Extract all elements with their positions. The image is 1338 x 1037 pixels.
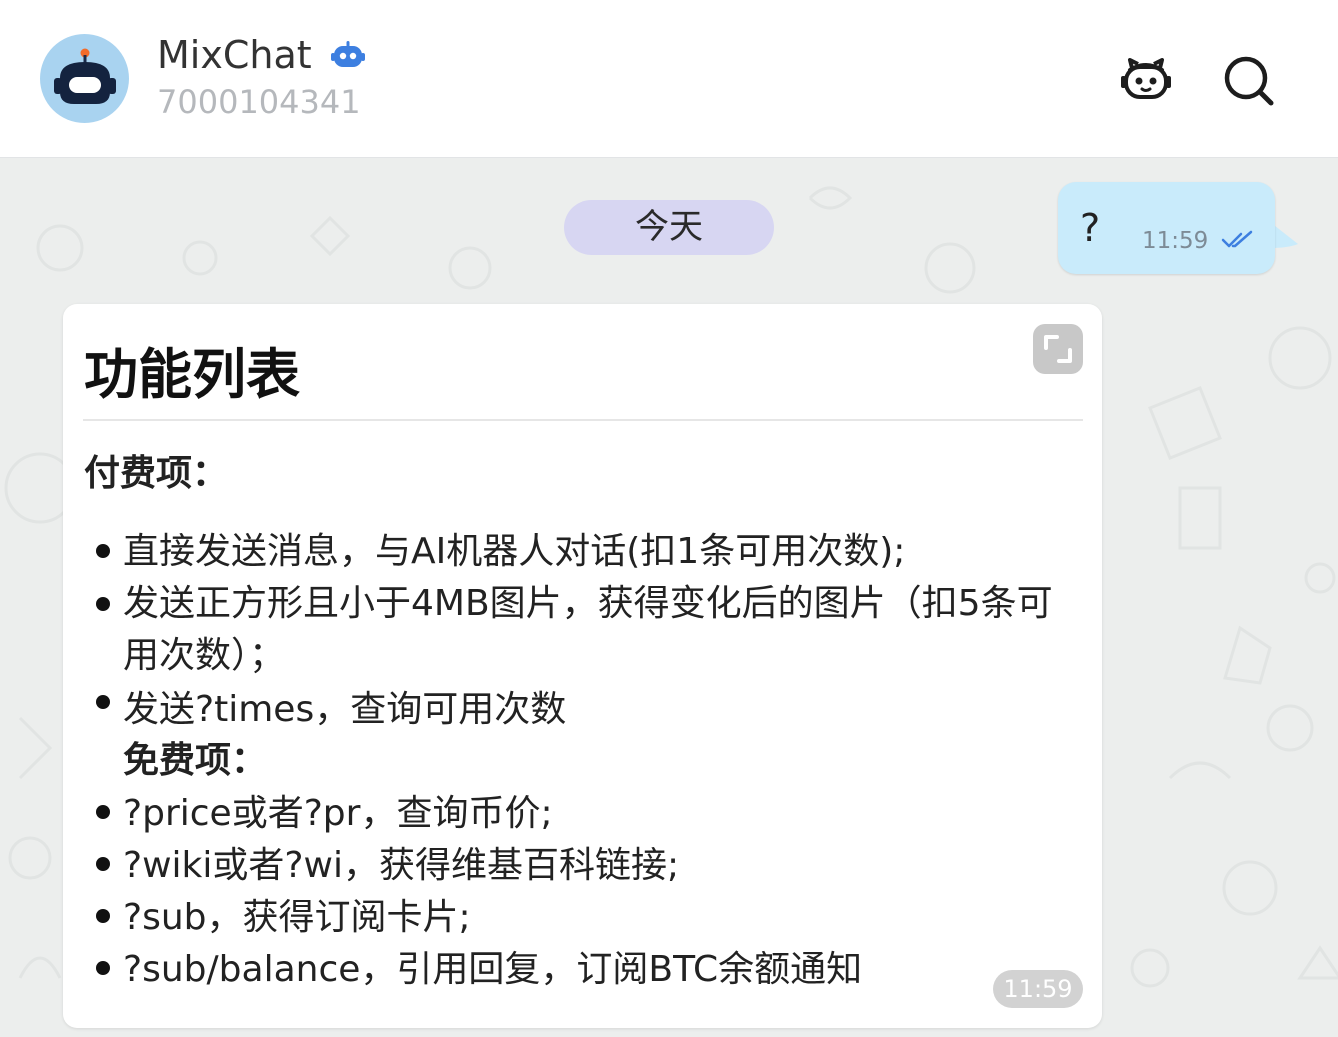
bot-badge-icon xyxy=(330,41,365,69)
list-item: 发送?times，查询可用次数 xyxy=(123,689,567,730)
bullet xyxy=(96,805,110,819)
chat-title: MixChat xyxy=(157,30,365,80)
list-item: ?wiki或者?wi，获得维基百科链接; xyxy=(123,845,680,886)
expand-button[interactable] xyxy=(1033,324,1083,374)
bullet xyxy=(96,544,110,558)
chat-header: MixChat 7000104341 xyxy=(0,0,1338,158)
chat-id: 7000104341 xyxy=(157,83,361,121)
double-check-icon xyxy=(1221,230,1253,248)
bullet xyxy=(96,909,110,923)
bullet xyxy=(96,961,110,975)
paid-heading: 付费项： xyxy=(84,453,229,494)
chat-name: MixChat xyxy=(157,33,312,77)
list-item: ?price或者?pr，查询币价; xyxy=(123,793,553,834)
date-separator: 今天 xyxy=(564,200,774,255)
message-list[interactable]: 今天 ? 11:59 功能列表 付费项： 直接发送消息，与AI机器人对话(扣1条… xyxy=(0,158,1338,1037)
search-icon[interactable] xyxy=(1220,52,1276,108)
outgoing-message[interactable]: ? 11:59 xyxy=(1058,182,1275,274)
robot-avatar-icon xyxy=(54,48,116,104)
incoming-message-card[interactable]: 功能列表 付费项： 直接发送消息，与AI机器人对话(扣1条可用次数); 发送正方… xyxy=(63,304,1102,1028)
message-text: ? xyxy=(1080,206,1101,250)
bullet xyxy=(96,695,110,709)
card-title: 功能列表 xyxy=(84,343,300,406)
list-item: 发送正方形且小于4MB图片，获得变化后的图片（扣5条可用次数）； xyxy=(123,583,1053,676)
divider xyxy=(83,419,1083,421)
bullet xyxy=(96,857,110,871)
expand-icon xyxy=(1044,335,1072,363)
message-time: 11:59 xyxy=(993,970,1083,1008)
list-item: ?sub/balance，引用回复，订阅BTC余额通知 xyxy=(123,949,863,990)
avatar[interactable] xyxy=(40,34,129,123)
bot-icon[interactable] xyxy=(1118,52,1174,108)
message-time: 11:59 xyxy=(1142,228,1209,254)
free-heading: 免费项： xyxy=(123,740,268,781)
bullet xyxy=(96,597,110,611)
list-item: ?sub，获得订阅卡片; xyxy=(123,897,471,938)
list-item: 直接发送消息，与AI机器人对话(扣1条可用次数); xyxy=(123,531,906,572)
